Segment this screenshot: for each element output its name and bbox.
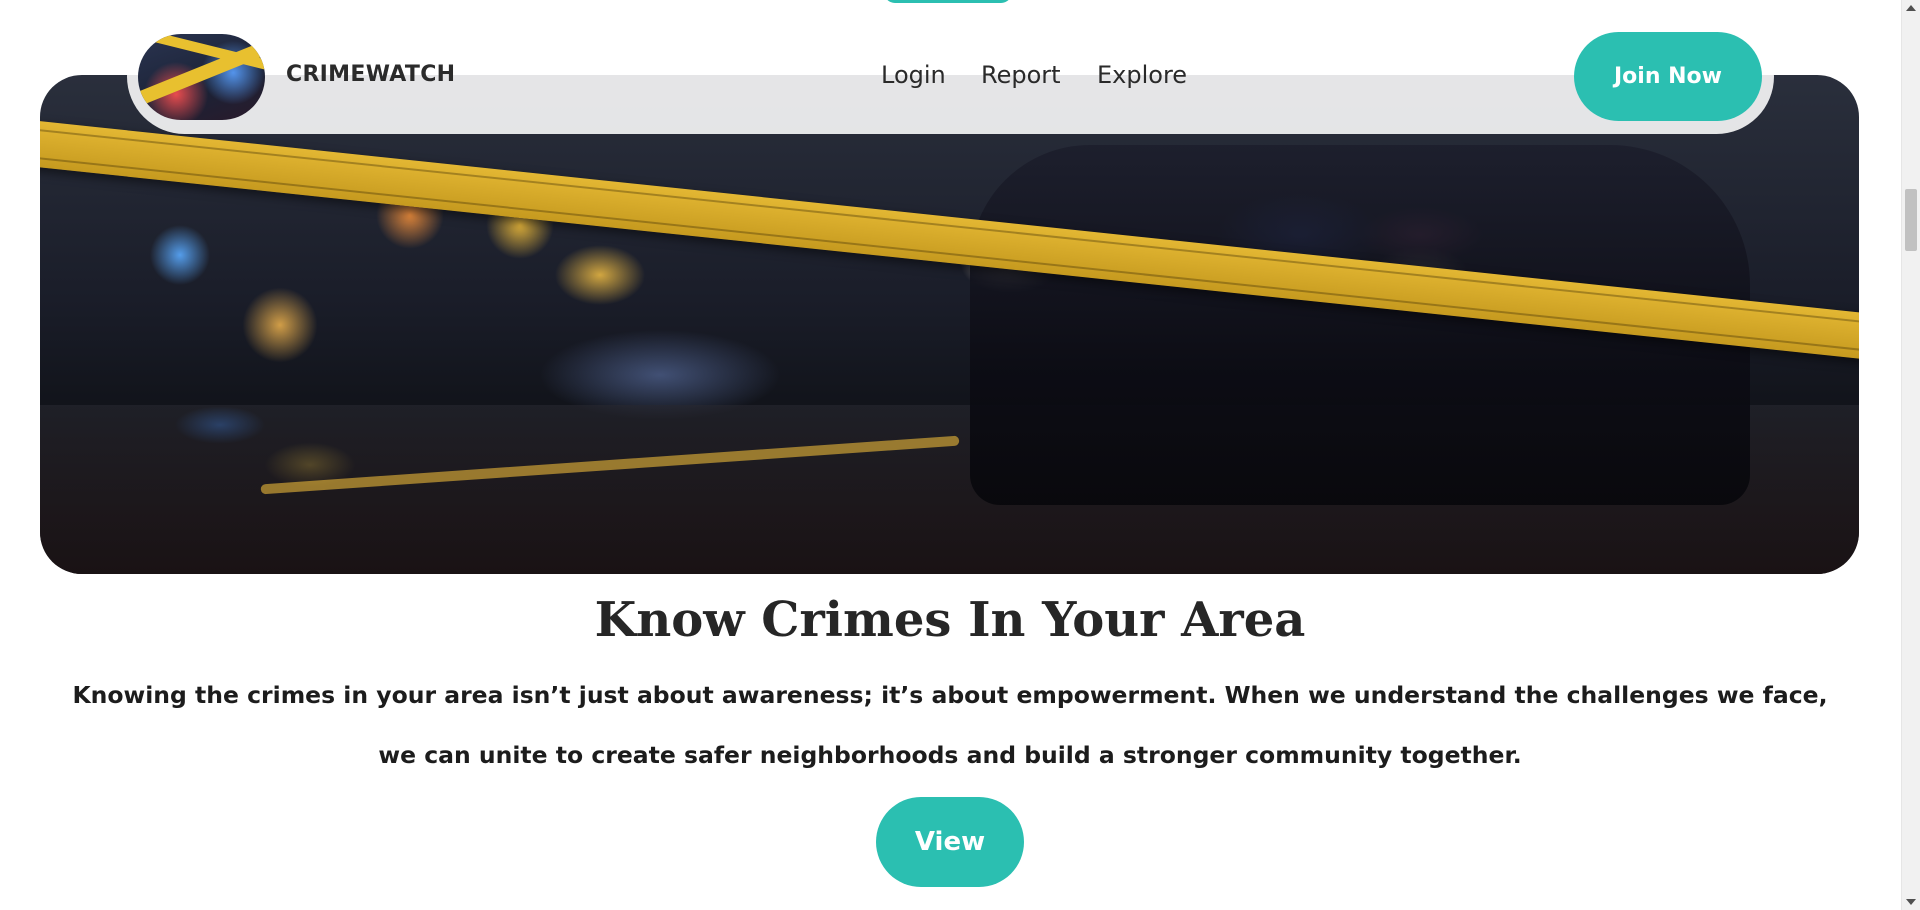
page: CRIMEWATCH Login Report Explore Join Now…: [0, 0, 1920, 910]
nav-login[interactable]: Login: [881, 61, 946, 89]
nav-explore[interactable]: Explore: [1097, 61, 1187, 89]
logo-image[interactable]: [138, 34, 265, 120]
brand-name[interactable]: CRIMEWATCH: [286, 62, 455, 87]
offscreen-button-edge[interactable]: [884, 0, 1012, 3]
hero-image: [40, 75, 1859, 574]
scroll-down-arrow-icon[interactable]: [1906, 899, 1916, 905]
view-button[interactable]: View: [876, 797, 1024, 887]
vertical-scrollbar[interactable]: [1901, 0, 1920, 910]
section-title: Know Crimes In Your Area: [594, 592, 1306, 648]
scrollbar-thumb[interactable]: [1905, 189, 1917, 251]
nav-report[interactable]: Report: [981, 61, 1061, 89]
scroll-up-arrow-icon[interactable]: [1906, 5, 1916, 11]
join-now-button[interactable]: Join Now: [1574, 32, 1762, 121]
section-description: Knowing the crimes in your area isn’t ju…: [72, 681, 1828, 769]
